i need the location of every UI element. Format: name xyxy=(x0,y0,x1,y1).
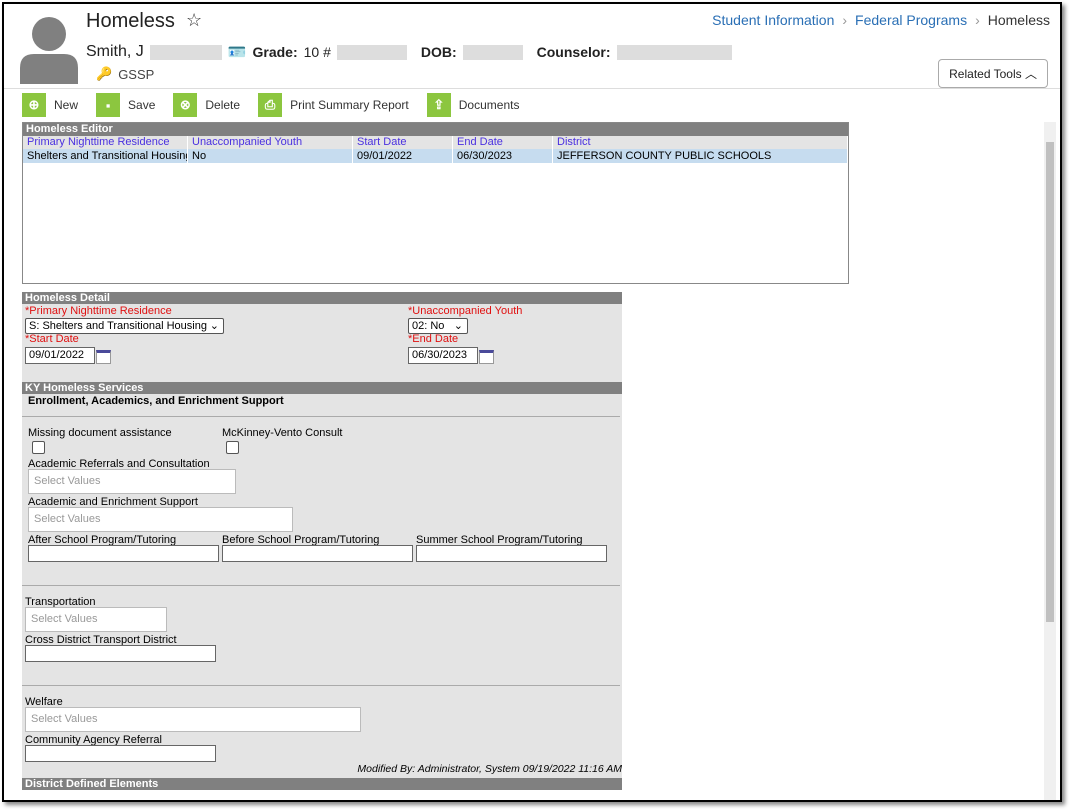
detail-title: Homeless Detail xyxy=(22,292,622,304)
academic-ref-multiselect[interactable]: Select Values xyxy=(28,469,236,494)
cell: Shelters and Transitional Housing xyxy=(23,149,188,163)
contact-card-icon[interactable]: 🪪 xyxy=(228,43,247,61)
documents-button[interactable]: ⇪ Documents xyxy=(426,93,520,117)
dob-label: DOB: xyxy=(420,44,457,60)
upload-icon: ⇪ xyxy=(426,93,451,117)
redacted xyxy=(149,44,222,60)
student-info: Smith, J 🪪 Grade: 10 # DOB: Counselor: xyxy=(86,43,732,61)
mckinney-label: McKinney-Vento Consult xyxy=(222,427,343,439)
start-date-label: *Start Date xyxy=(25,333,79,345)
primary-nighttime-residence-select[interactable]: S: Shelters and Transitional Housing ⌄ xyxy=(25,318,224,334)
community-referral-input[interactable] xyxy=(25,745,216,762)
unaccompanied-youth-select[interactable]: 02: No ⌄ xyxy=(408,318,468,334)
scrollbar-thumb[interactable] xyxy=(1046,142,1054,622)
editor-title: Homeless Editor xyxy=(23,123,848,136)
page-title: Homeless xyxy=(86,10,175,32)
chevron-right-icon: › xyxy=(975,12,980,28)
calendar-icon[interactable] xyxy=(479,350,494,364)
services-title: KY Homeless Services xyxy=(22,382,622,394)
action-toolbar: ⊕ New ▪ Save ⊗ Delete ⎙ Print Summary Report… xyxy=(22,93,519,117)
before-school-input[interactable] xyxy=(222,545,413,562)
app-window: Homeless ☆ Smith, J 🪪 Grade: 10 # DOB: C… xyxy=(2,2,1062,802)
after-school-input[interactable] xyxy=(28,545,219,562)
counselor-label: Counselor: xyxy=(536,44,611,60)
homeless-detail: Homeless Detail *Primary Nighttime Resid… xyxy=(22,292,622,790)
divider xyxy=(22,416,620,417)
key-icon: 🔑 xyxy=(96,66,113,81)
avatar-icon xyxy=(20,17,78,84)
redacted xyxy=(462,44,523,60)
cell: 09/01/2022 xyxy=(353,149,453,163)
divider xyxy=(22,585,620,586)
homeless-editor: Homeless Editor Primary Nighttime Reside… xyxy=(22,122,849,284)
divider xyxy=(22,685,620,686)
column-header[interactable]: Unaccompanied Youth xyxy=(188,136,353,149)
related-tools-button[interactable]: Related Tools ︿ xyxy=(938,59,1048,88)
end-date-label: *End Date xyxy=(408,333,459,345)
program-indicator: 🔑 GSSP xyxy=(96,66,154,82)
end-date-input[interactable]: 06/30/2023 xyxy=(408,347,478,364)
save-label: Save xyxy=(128,98,156,112)
grade-value: 10 # xyxy=(303,44,331,60)
welfare-multiselect[interactable]: Select Values xyxy=(25,707,361,732)
transportation-multiselect[interactable]: Select Values xyxy=(25,607,167,632)
breadcrumb-student-information[interactable]: Student Information xyxy=(712,12,834,28)
services-subtitle: Enrollment, Academics, and Enrichment Su… xyxy=(28,395,284,407)
grade-label: Grade: xyxy=(252,44,298,60)
modified-by-text: Modified By: Administrator, System 09/19… xyxy=(357,763,622,775)
mckinney-checkbox[interactable] xyxy=(226,441,239,454)
academic-enrich-multiselect[interactable]: Select Values xyxy=(28,507,293,532)
redacted xyxy=(336,44,407,60)
chevron-down-icon: ⌄ xyxy=(209,320,219,332)
chevron-right-icon: › xyxy=(842,12,848,28)
column-header[interactable]: District xyxy=(553,136,848,149)
table-row[interactable]: Shelters and Transitional Housing No 09/… xyxy=(23,149,848,163)
plus-circle-icon: ⊕ xyxy=(22,93,46,117)
new-button[interactable]: ⊕ New xyxy=(22,93,78,117)
breadcrumb-federal-programs[interactable]: Federal Programs xyxy=(855,12,967,28)
column-header[interactable]: Primary Nighttime Residence xyxy=(23,136,188,149)
cell: No xyxy=(188,149,353,163)
district-defined-title: District Defined Elements xyxy=(22,778,622,790)
breadcrumb-homeless: Homeless xyxy=(987,12,1050,28)
print-summary-report-button[interactable]: ⎙ Print Summary Report xyxy=(258,93,409,117)
printer-icon: ⎙ xyxy=(258,93,283,117)
cross-district-input[interactable] xyxy=(25,645,216,662)
student-name: Smith, J xyxy=(86,43,144,60)
save-icon: ▪ xyxy=(96,93,121,117)
missing-doc-label: Missing document assistance xyxy=(28,427,172,439)
start-date-input[interactable]: 09/01/2022 xyxy=(25,347,95,364)
summer-school-input[interactable] xyxy=(416,545,607,562)
cell: 06/30/2023 xyxy=(453,149,553,163)
related-tools-label: Related Tools xyxy=(949,67,1022,81)
documents-label: Documents xyxy=(458,98,520,112)
favorite-star-icon[interactable]: ☆ xyxy=(186,10,202,31)
print-label: Print Summary Report xyxy=(290,98,409,112)
x-circle-icon: ⊗ xyxy=(173,93,198,117)
chevron-down-icon: ⌄ xyxy=(453,320,463,332)
divider xyxy=(4,88,1060,89)
editor-header-row: Primary Nighttime Residence Unaccompanie… xyxy=(23,136,848,149)
delete-button[interactable]: ⊗ Delete xyxy=(173,93,240,117)
redacted xyxy=(616,44,732,60)
save-button[interactable]: ▪ Save xyxy=(96,93,155,117)
calendar-icon[interactable] xyxy=(96,350,111,364)
column-header[interactable]: End Date xyxy=(453,136,553,149)
missing-doc-checkbox[interactable] xyxy=(32,441,45,454)
new-label: New xyxy=(54,98,79,112)
column-header[interactable]: Start Date xyxy=(353,136,453,149)
uy-label: *Unaccompanied Youth xyxy=(408,305,523,317)
delete-label: Delete xyxy=(205,98,241,112)
pnr-label: *Primary Nighttime Residence xyxy=(25,305,172,317)
chevron-up-icon: ︿ xyxy=(1024,67,1037,81)
breadcrumb: Student Information › Federal Programs › H… xyxy=(712,12,1050,28)
cell: JEFFERSON COUNTY PUBLIC SCHOOLS xyxy=(553,149,848,163)
program-label: GSSP xyxy=(118,66,155,82)
